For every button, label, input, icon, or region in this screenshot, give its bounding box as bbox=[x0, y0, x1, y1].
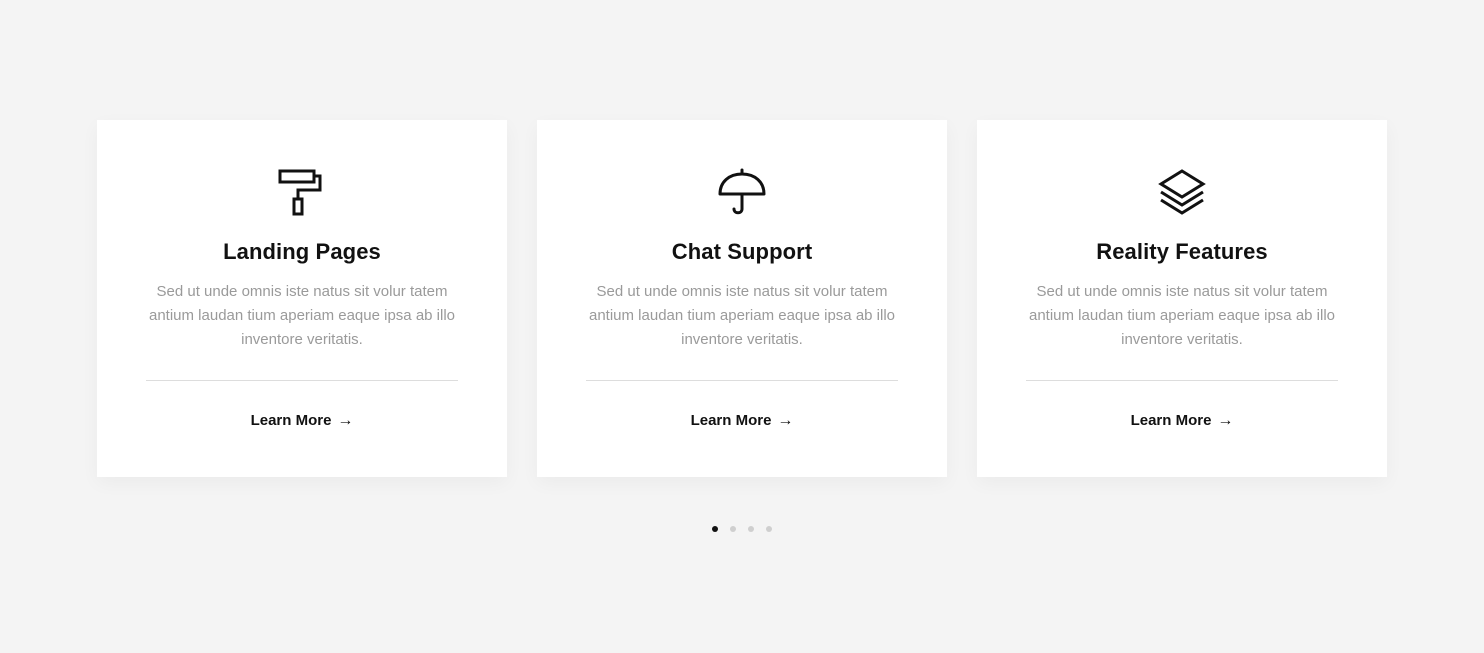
carousel-pagination bbox=[712, 526, 772, 532]
card-description: Sed ut unde omnis iste natus sit volur t… bbox=[588, 283, 896, 348]
card-divider bbox=[586, 380, 898, 381]
learn-more-link[interactable]: Learn More → bbox=[97, 412, 507, 429]
paint-roller-icon bbox=[277, 168, 327, 218]
card-description: Sed ut unde omnis iste natus sit volur t… bbox=[148, 283, 456, 348]
feature-card-chat-support: Chat Support Sed ut unde omnis iste natu… bbox=[537, 120, 947, 477]
pagination-dot-4[interactable] bbox=[766, 526, 772, 532]
learn-more-label: Learn More bbox=[250, 412, 332, 429]
learn-more-label: Learn More bbox=[690, 412, 772, 429]
layers-icon bbox=[1157, 168, 1207, 218]
learn-more-link[interactable]: Learn More → bbox=[537, 412, 947, 429]
card-divider bbox=[1026, 380, 1338, 381]
learn-more-label: Learn More bbox=[1130, 412, 1212, 429]
arrow-right-icon: → bbox=[337, 411, 354, 429]
pagination-dot-3[interactable] bbox=[748, 526, 754, 532]
card-description: Sed ut unde omnis iste natus sit volur t… bbox=[1028, 283, 1336, 348]
umbrella-icon bbox=[717, 168, 767, 218]
feature-cards: Landing Pages Sed ut unde omnis iste nat… bbox=[97, 120, 1387, 477]
pagination-dot-1[interactable] bbox=[712, 526, 718, 532]
feature-card-reality-features: Reality Features Sed ut unde omnis iste … bbox=[977, 120, 1387, 477]
card-divider bbox=[146, 380, 458, 381]
card-title: Reality Features bbox=[1096, 239, 1268, 264]
arrow-right-icon: → bbox=[777, 411, 794, 429]
arrow-right-icon: → bbox=[1217, 411, 1234, 429]
learn-more-link[interactable]: Learn More → bbox=[977, 412, 1387, 429]
feature-card-landing-pages: Landing Pages Sed ut unde omnis iste nat… bbox=[97, 120, 507, 477]
pagination-dot-2[interactable] bbox=[730, 526, 736, 532]
card-title: Landing Pages bbox=[223, 239, 381, 264]
card-title: Chat Support bbox=[671, 239, 813, 264]
